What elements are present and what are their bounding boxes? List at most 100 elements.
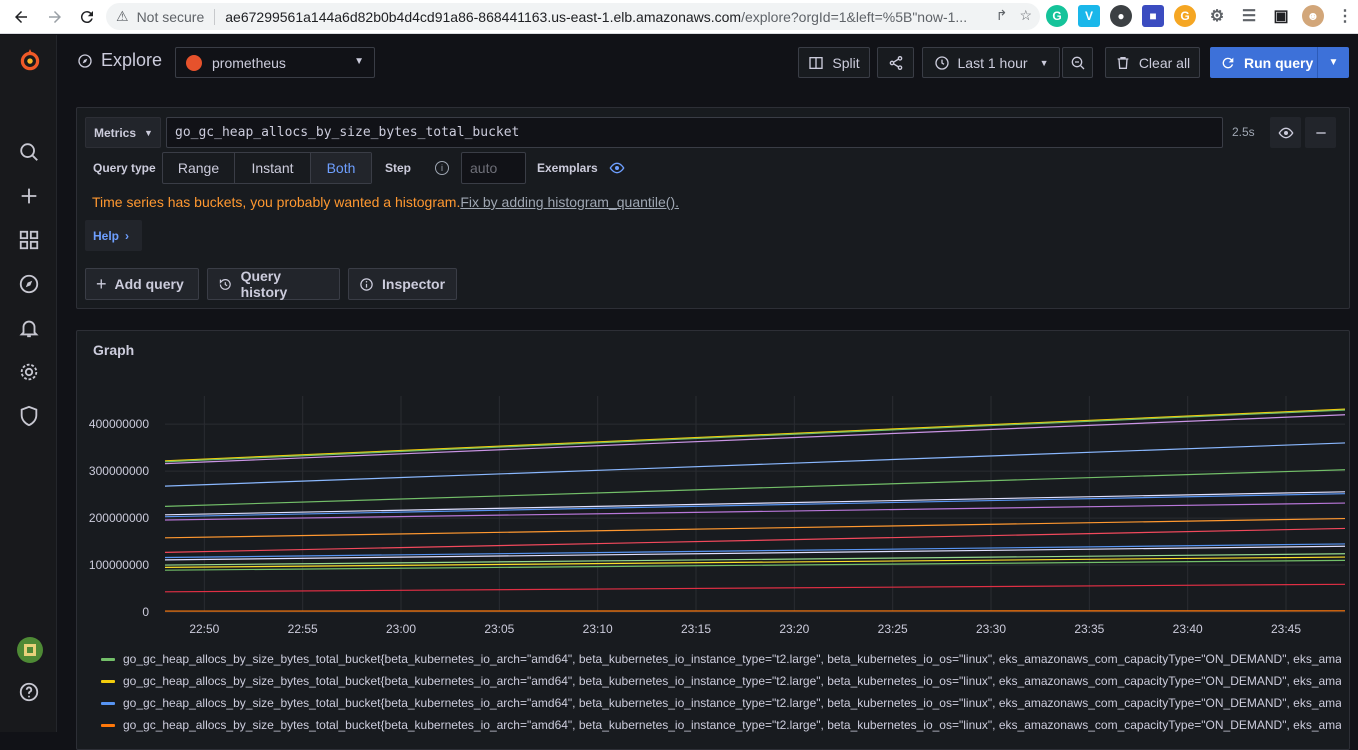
clear-all-button[interactable]: Clear all (1105, 47, 1200, 78)
series-line (165, 409, 1345, 461)
grafana-logo-icon[interactable] (17, 47, 43, 73)
step-info-icon[interactable]: i (435, 161, 449, 175)
promql-query-input[interactable]: go_gc_heap_allocs_by_size_bytes_total_bu… (166, 117, 1223, 148)
clock-icon (934, 55, 950, 71)
x-tick-label: 23:25 (878, 622, 908, 636)
query-type-both[interactable]: Both (311, 153, 371, 183)
x-tick-label: 23:45 (1271, 622, 1301, 636)
series-line (165, 470, 1345, 507)
series-line (165, 584, 1345, 592)
step-input[interactable]: auto (461, 152, 526, 184)
menu-kebab-icon[interactable]: ⋮ (1334, 5, 1356, 27)
minus-icon (1313, 125, 1329, 141)
prometheus-icon (186, 55, 202, 71)
explore-compass-icon[interactable] (18, 273, 40, 295)
explore-compass-icon (77, 53, 93, 69)
metrics-label: Metrics (94, 126, 136, 140)
pixel-extension-icon[interactable]: ■ (1142, 5, 1164, 27)
bookmark-star-icon[interactable]: ☆ (1019, 7, 1032, 24)
security-indicator[interactable]: ⚠ Not secure (106, 8, 225, 25)
reading-list-icon[interactable]: ☰ (1238, 5, 1260, 27)
legend-item[interactable]: go_gc_heap_allocs_by_size_bytes_total_bu… (101, 649, 1341, 669)
spy-extension-icon[interactable]: ● (1110, 5, 1132, 27)
vimeo-extension-icon[interactable]: V (1078, 5, 1100, 27)
y-tick-label: 100000000 (89, 558, 149, 572)
user-avatar[interactable] (17, 637, 43, 663)
time-range-picker[interactable]: Last 1 hour ▼ (922, 47, 1060, 78)
split-button[interactable]: Split (798, 47, 870, 78)
legend-swatch (101, 680, 115, 683)
legend-item[interactable]: go_gc_heap_allocs_by_size_bytes_total_bu… (101, 671, 1341, 691)
query-type-range[interactable]: Range (163, 153, 235, 183)
step-label: Step (385, 161, 411, 175)
server-admin-shield-icon[interactable] (18, 405, 40, 427)
side-panel-icon[interactable]: ▣ (1270, 5, 1292, 27)
alerting-bell-icon[interactable] (18, 317, 40, 339)
series-line (165, 443, 1345, 486)
query-history-button[interactable]: Query history (207, 268, 340, 300)
clear-all-label: Clear all (1139, 55, 1190, 71)
y-tick-label: 300000000 (89, 464, 149, 478)
add-query-button[interactable]: + Add query (85, 268, 199, 300)
share-icon[interactable]: ↱ (996, 7, 1008, 24)
share-nodes-icon (888, 55, 904, 71)
browser-toolbar: ⚠ Not secure ae67299561a144a6d82b0b4d4cd… (0, 0, 1358, 34)
sidemenu (0, 35, 57, 732)
step-placeholder: auto (470, 160, 497, 176)
refresh-icon (1220, 55, 1236, 71)
legend-item[interactable]: go_gc_heap_allocs_by_size_bytes_total_bu… (101, 715, 1341, 735)
profile-avatar[interactable]: ☻ (1302, 5, 1324, 27)
forward-icon[interactable] (42, 4, 68, 30)
query-type-instant[interactable]: Instant (235, 153, 311, 183)
address-bar[interactable]: ⚠ Not secure ae67299561a144a6d82b0b4d4cd… (106, 3, 1040, 30)
warning-text: Time series has buckets, you probably wa… (92, 194, 460, 210)
plus-icon: + (96, 274, 107, 295)
query-duration: 2.5s (1232, 125, 1255, 139)
exemplars-toggle[interactable] (609, 160, 625, 176)
page-title-text: Explore (101, 50, 162, 71)
x-tick-label: 23:40 (1173, 622, 1203, 636)
orange-extension-icon[interactable]: G (1174, 5, 1196, 27)
query-type-instant-label: Instant (251, 160, 293, 176)
legend-item[interactable]: go_gc_heap_allocs_by_size_bytes_total_bu… (101, 693, 1341, 713)
query-expression: go_gc_heap_allocs_by_size_bytes_total_bu… (175, 125, 519, 140)
x-tick-label: 22:50 (189, 622, 219, 636)
y-tick-label: 0 (142, 605, 149, 619)
url-path: /explore?orgId=1&left=%5B"now-1... (741, 9, 967, 25)
share-button[interactable] (877, 47, 914, 78)
run-query-label: Run query (1244, 55, 1313, 71)
eye-icon (1278, 125, 1294, 141)
x-tick-label: 23:35 (1074, 622, 1104, 636)
configuration-gear-icon[interactable] (18, 361, 40, 383)
legend-swatch (101, 702, 115, 705)
hide-query-button[interactable] (1270, 117, 1301, 148)
fix-histogram-link[interactable]: Fix by adding histogram_quantile(). (460, 194, 679, 210)
legend-swatch (101, 658, 115, 661)
inspector-button[interactable]: Inspector (348, 268, 457, 300)
x-tick-label: 23:05 (484, 622, 514, 636)
url-text: ae67299561a144a6d82b0b4d4cd91a86-8684411… (225, 9, 967, 25)
query-type-label: Query type (93, 161, 156, 175)
dashboards-icon[interactable] (18, 229, 40, 251)
reload-icon[interactable] (74, 4, 100, 30)
help-question-icon[interactable] (18, 681, 40, 703)
search-icon[interactable] (18, 141, 40, 163)
run-interval-dropdown[interactable]: ▼ (1317, 47, 1349, 78)
x-tick-label: 23:20 (779, 622, 809, 636)
url-host: ae67299561a144a6d82b0b4d4cd91a86-8684411… (225, 9, 741, 25)
legend-swatch (101, 724, 115, 727)
histogram-warning: Time series has buckets, you probably wa… (92, 194, 679, 210)
create-plus-icon[interactable] (18, 185, 40, 207)
remove-query-button[interactable] (1305, 117, 1336, 148)
time-series-chart[interactable]: 010000000020000000030000000040000000022:… (77, 331, 1349, 641)
back-icon[interactable] (8, 4, 34, 30)
graph-panel: Graph 0100000000200000000300000000400000… (76, 330, 1350, 750)
help-toggle-button[interactable]: Help › (85, 220, 142, 251)
metrics-browser-button[interactable]: Metrics ▼ (85, 117, 161, 148)
datasource-picker[interactable]: prometheus ▼ (175, 47, 375, 78)
extensions-puzzle-icon[interactable]: ⚙ (1206, 5, 1228, 27)
grammarly-extension-icon[interactable]: G (1046, 5, 1068, 27)
zoom-out-button[interactable] (1062, 47, 1093, 78)
x-tick-label: 23:15 (681, 622, 711, 636)
run-query-button[interactable]: Run query ▼ (1210, 47, 1349, 78)
